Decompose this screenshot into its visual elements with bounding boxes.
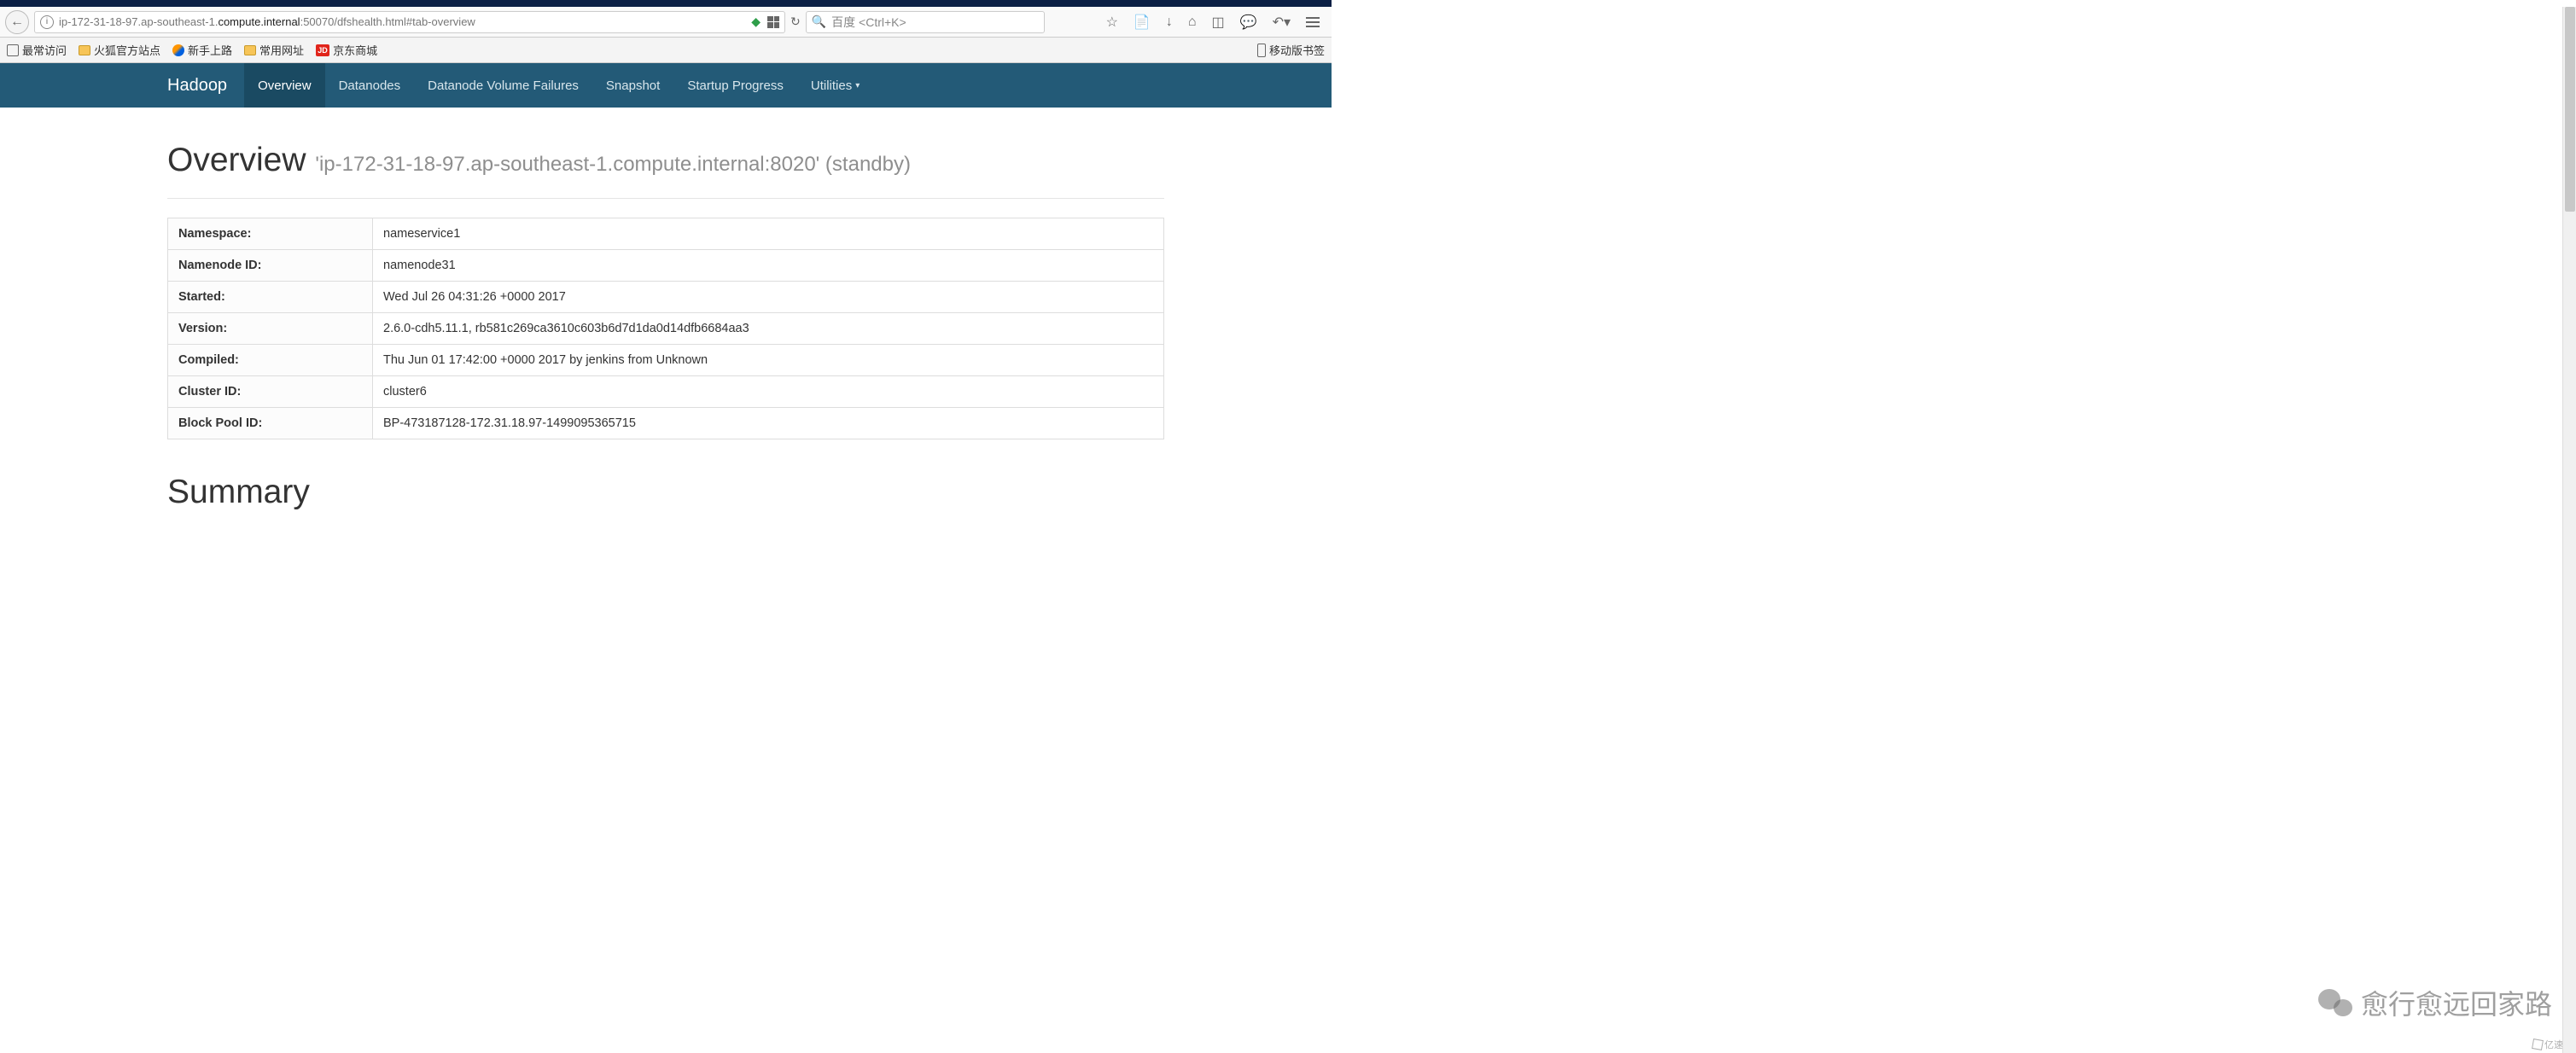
reload-icon[interactable]: ↻ xyxy=(790,15,801,29)
mobile-icon xyxy=(1257,44,1266,57)
url-host: compute.internal xyxy=(218,15,300,28)
hadoop-navbar: Hadoop Overview Datanodes Datanode Volum… xyxy=(0,63,1332,108)
url-text: ip-172-31-18-97.ap-southeast-1.compute.i… xyxy=(59,15,475,28)
url-prefix: ip-172-31-18-97.ap-southeast-1. xyxy=(59,15,218,28)
shield-icon[interactable]: ◆ xyxy=(751,15,761,29)
info-label: Namespace: xyxy=(168,218,373,250)
browser-tab-strip xyxy=(0,0,1332,7)
menu-icon[interactable] xyxy=(1306,17,1320,27)
info-label: Version: xyxy=(168,313,373,345)
bookmark-common-urls[interactable]: 常用网址 xyxy=(244,42,304,58)
wechat-watermark: 愈行愈远回家路 xyxy=(2318,983,2552,1022)
bookmark-label: 京东商城 xyxy=(333,42,377,58)
back-button[interactable]: ← xyxy=(5,10,29,34)
site-info-icon[interactable]: i xyxy=(40,15,54,29)
bookmarks-bar: 最常访问 火狐官方站点 新手上路 常用网址 JD 京东商城 移动版书签 xyxy=(0,38,1332,63)
bookmark-firefox-official[interactable]: 火狐官方站点 xyxy=(79,42,160,58)
nav-datanodes[interactable]: Datanodes xyxy=(325,63,415,108)
table-row: Compiled:Thu Jun 01 17:42:00 +0000 2017 … xyxy=(168,345,1164,376)
info-value: cluster6 xyxy=(373,376,1164,408)
table-row: Namespace:nameservice1 xyxy=(168,218,1164,250)
divider xyxy=(167,198,1164,199)
info-label: Namenode ID: xyxy=(168,250,373,282)
table-row: Version:2.6.0-cdh5.11.1, rb581c269ca3610… xyxy=(168,313,1164,345)
search-placeholder: 百度 <Ctrl+K> xyxy=(831,14,906,31)
nav-startup-progress[interactable]: Startup Progress xyxy=(673,63,797,108)
nav-datanode-volume-failures[interactable]: Datanode Volume Failures xyxy=(414,63,592,108)
info-value: Wed Jul 26 04:31:26 +0000 2017 xyxy=(373,282,1164,313)
page-subtitle: 'ip-172-31-18-97.ap-southeast-1.compute.… xyxy=(315,153,911,176)
most-visited-icon xyxy=(7,44,19,56)
info-value: namenode31 xyxy=(373,250,1164,282)
qr-icon[interactable] xyxy=(767,16,779,28)
scrollbar[interactable]: ▲ xyxy=(2562,7,2576,1053)
nav-utilities-label: Utilities xyxy=(811,79,852,93)
cube-icon xyxy=(2532,1038,2544,1050)
bookmark-getting-started[interactable]: 新手上路 xyxy=(172,42,232,58)
folder-icon xyxy=(79,45,90,55)
nav-utilities[interactable]: Utilities ▾ xyxy=(797,63,873,108)
bookmark-label: 移动版书签 xyxy=(1269,42,1325,58)
table-row: Block Pool ID:BP-473187128-172.31.18.97-… xyxy=(168,408,1164,439)
downloads-icon[interactable]: ↓ xyxy=(1166,15,1173,30)
nav-overview[interactable]: Overview xyxy=(244,63,325,108)
jd-icon: JD xyxy=(316,44,329,56)
url-bar[interactable]: i ip-172-31-18-97.ap-southeast-1.compute… xyxy=(34,11,785,33)
folder-icon xyxy=(244,45,256,55)
bookmark-label: 常用网址 xyxy=(259,42,304,58)
bookmark-label: 最常访问 xyxy=(22,42,67,58)
info-label: Compiled: xyxy=(168,345,373,376)
bookmark-jd[interactable]: JD 京东商城 xyxy=(316,42,377,58)
brand-hadoop[interactable]: Hadoop xyxy=(150,63,244,108)
page-heading: Overview 'ip-172-31-18-97.ap-southeast-1… xyxy=(167,142,1164,179)
bookmark-most-visited[interactable]: 最常访问 xyxy=(7,42,67,58)
sidebar-icon[interactable]: ◫ xyxy=(1212,14,1225,31)
scrollbar-thumb[interactable] xyxy=(2565,7,2575,212)
search-icon: 🔍 xyxy=(812,15,826,29)
summary-heading: Summary xyxy=(167,474,1164,511)
info-value: BP-473187128-172.31.18.97-1499095365715 xyxy=(373,408,1164,439)
overview-info-table: Namespace:nameservice1Namenode ID:nameno… xyxy=(167,218,1164,439)
bookmark-label: 火狐官方站点 xyxy=(94,42,160,58)
url-suffix: :50070/dfshealth.html#tab-overview xyxy=(300,15,475,28)
table-row: Namenode ID:namenode31 xyxy=(168,250,1164,282)
wechat-watermark-text: 愈行愈远回家路 xyxy=(2361,983,2552,1022)
page-content: Overview 'ip-172-31-18-97.ap-southeast-1… xyxy=(160,108,1171,545)
browser-toolbar: ← i ip-172-31-18-97.ap-southeast-1.compu… xyxy=(0,7,1332,38)
info-label: Block Pool ID: xyxy=(168,408,373,439)
info-label: Cluster ID: xyxy=(168,376,373,408)
toolbar-icons: ☆ 📄 ↓ ⌂ ◫ 💬 ↶▾ xyxy=(1106,14,1326,31)
undo-dropdown-icon[interactable]: ↶▾ xyxy=(1273,14,1291,31)
bookmark-star-icon[interactable]: ☆ xyxy=(1106,14,1118,31)
wechat-icon xyxy=(2318,986,2352,1020)
home-icon[interactable]: ⌂ xyxy=(1188,15,1197,30)
firefox-icon xyxy=(172,44,184,56)
info-label: Started: xyxy=(168,282,373,313)
nav-snapshot[interactable]: Snapshot xyxy=(592,63,673,108)
search-bar[interactable]: 🔍 百度 <Ctrl+K> xyxy=(806,11,1045,33)
chat-icon[interactable]: 💬 xyxy=(1240,14,1257,31)
table-row: Cluster ID:cluster6 xyxy=(168,376,1164,408)
info-value: nameservice1 xyxy=(373,218,1164,250)
bookmark-mobile[interactable]: 移动版书签 xyxy=(1257,42,1325,58)
page-title: Overview xyxy=(167,142,306,178)
reader-icon[interactable]: 📄 xyxy=(1134,14,1151,31)
info-value: 2.6.0-cdh5.11.1, rb581c269ca3610c603b6d7… xyxy=(373,313,1164,345)
bookmark-label: 新手上路 xyxy=(188,42,232,58)
table-row: Started:Wed Jul 26 04:31:26 +0000 2017 xyxy=(168,282,1164,313)
info-value: Thu Jun 01 17:42:00 +0000 2017 by jenkin… xyxy=(373,345,1164,376)
chevron-down-icon: ▾ xyxy=(855,81,860,90)
